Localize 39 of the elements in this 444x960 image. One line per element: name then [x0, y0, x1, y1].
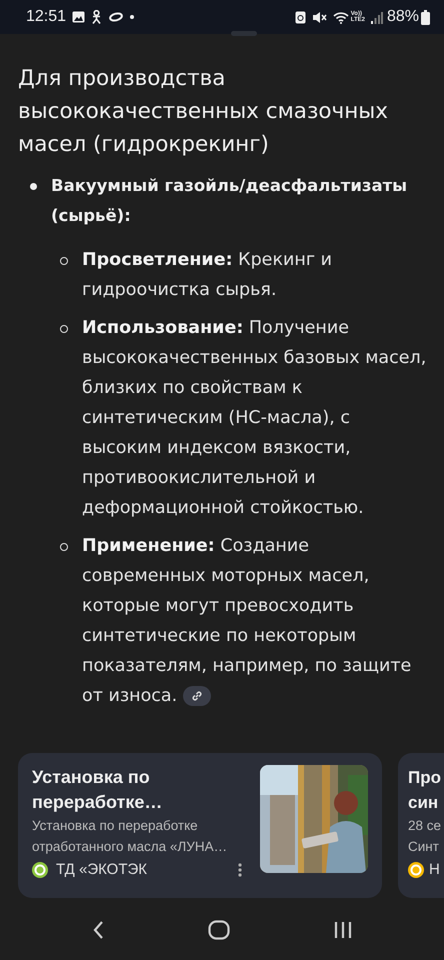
card-title: переработке… — [32, 791, 164, 814]
gallery-icon — [72, 11, 86, 23]
recycle-icon — [294, 10, 306, 24]
card-source: Н — [429, 861, 440, 878]
recent-apps-icon[interactable] — [334, 921, 352, 939]
battery-level: 88% — [386, 8, 419, 26]
bullet-icon — [60, 257, 68, 265]
sub-item-text: Просветление: Крекинг и гидроочистка сырья. — [82, 249, 333, 302]
drag-handle[interactable] — [231, 31, 257, 36]
list-item-text: Вакуумный газойль/деасфальтизаты (сырьё): — [51, 175, 408, 227]
card-title: син — [408, 792, 440, 814]
bullet-icon — [30, 183, 37, 190]
article-card[interactable]: Про син 28 се Синт Н — [398, 753, 444, 898]
sub-item-text: Применение: Создание современных моторных масел, которые могут превосходить синтетические по некоторым показателям, например, по защите от износа. — [82, 535, 412, 708]
ring-icon — [108, 12, 124, 22]
card-snippet: Установка по переработке — [32, 817, 199, 835]
dot-icon — [130, 15, 134, 19]
bullet-icon — [60, 325, 68, 333]
card-snippet: Синт — [408, 838, 440, 856]
link-icon — [191, 690, 204, 702]
home-icon[interactable] — [208, 920, 230, 940]
mute-icon — [312, 10, 327, 24]
card-title: Установка по — [32, 766, 151, 789]
back-icon[interactable] — [92, 920, 104, 940]
battery-icon — [421, 10, 430, 24]
more-icon[interactable] — [238, 862, 242, 876]
signal-icon — [370, 10, 383, 24]
wifi-icon — [332, 10, 349, 24]
card-snippet: отработанного масла «ЛУНА… — [32, 838, 228, 856]
answer-heading: Для производства высококачественных смазочных масел (гидрокрекинг) — [18, 65, 390, 159]
card-snippet: 28 се — [408, 817, 442, 835]
sub-item-text: Использование: Получение высококачественных базовых масел, близких по свойствам к синтетическим (НС-масла), с высоким индексом вязкости, противоокислительной и деформационной стойкостью. — [82, 317, 428, 520]
person-icon — [91, 10, 102, 24]
link-button[interactable] — [183, 686, 212, 706]
bullet-icon — [60, 543, 68, 551]
status-time: 12:51 — [26, 8, 66, 26]
card-title: Про — [408, 767, 442, 789]
article-card[interactable]: Установка по переработке… Установка по переработке отработанного масла «ЛУНА… ТД «ЭКОТЭК — [18, 753, 382, 898]
card-source: ТД «ЭКОТЭК — [56, 861, 148, 878]
